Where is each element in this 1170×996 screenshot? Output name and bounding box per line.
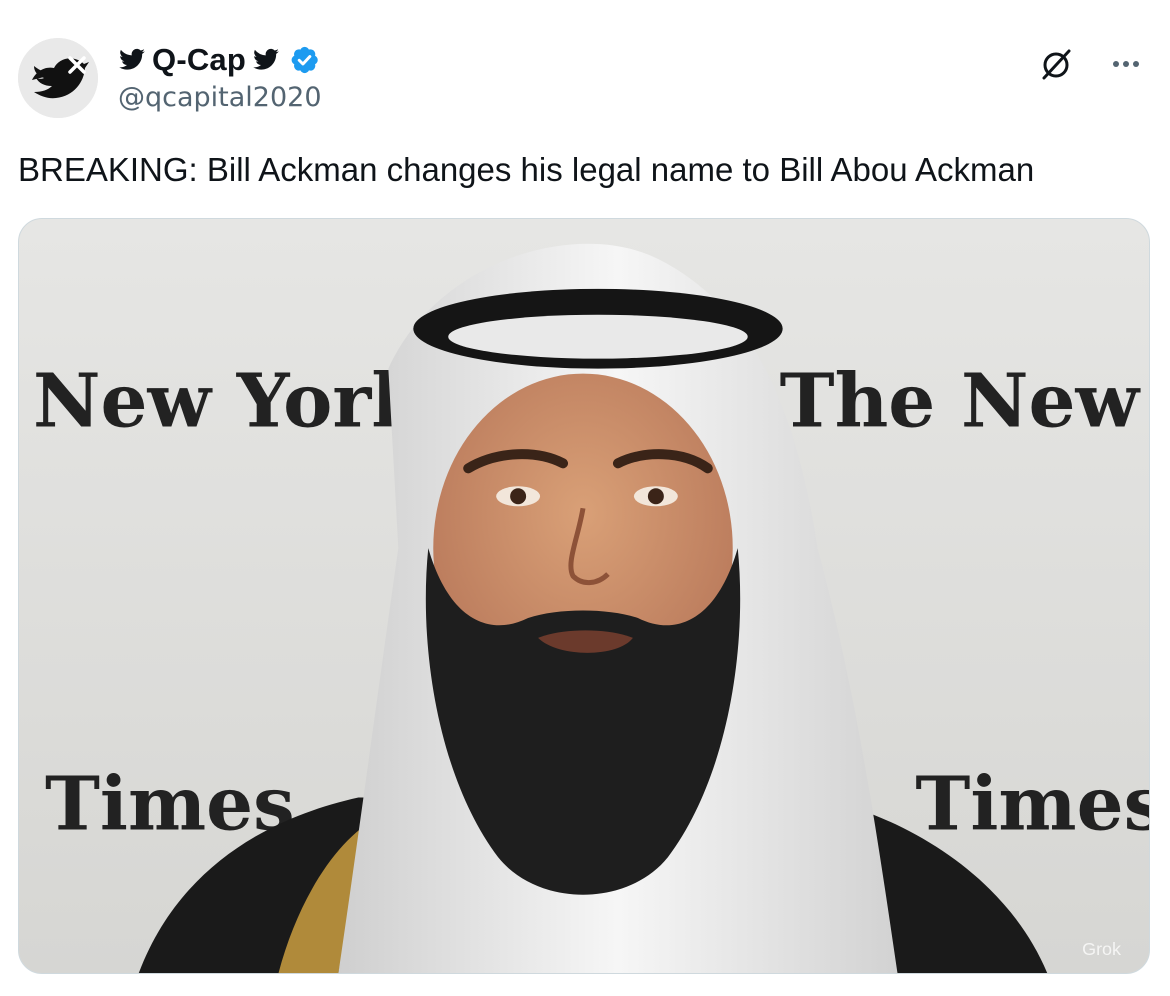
grok-slash-icon[interactable] — [1036, 44, 1076, 84]
media-watermark: Grok — [1082, 939, 1121, 959]
verified-badge-icon[interactable] — [288, 44, 320, 76]
avatar[interactable] — [18, 38, 98, 118]
backdrop-text-left-bottom: Times — [45, 761, 295, 847]
bird-icon — [119, 48, 145, 70]
author-handle[interactable]: @qcapital2020 — [118, 82, 322, 113]
tweet-text: BREAKING: Bill Ackman changes his legal … — [18, 151, 1035, 188]
backdrop-text-right-top: The New Yo — [780, 358, 1149, 444]
more-dots-icon[interactable] — [1104, 44, 1148, 84]
twitter-bird-x-avatar-icon — [18, 38, 98, 118]
bird-icon — [253, 48, 279, 70]
author-name-row[interactable]: Q-Cap — [118, 40, 320, 80]
backdrop-text-right-bottom: Times — [915, 761, 1149, 847]
media-illustration: New York T The New Yo Times Times Grok — [19, 219, 1149, 973]
tweet-media-image[interactable]: New York T The New Yo Times Times Grok — [18, 218, 1150, 974]
display-name[interactable]: Q-Cap — [152, 42, 246, 78]
